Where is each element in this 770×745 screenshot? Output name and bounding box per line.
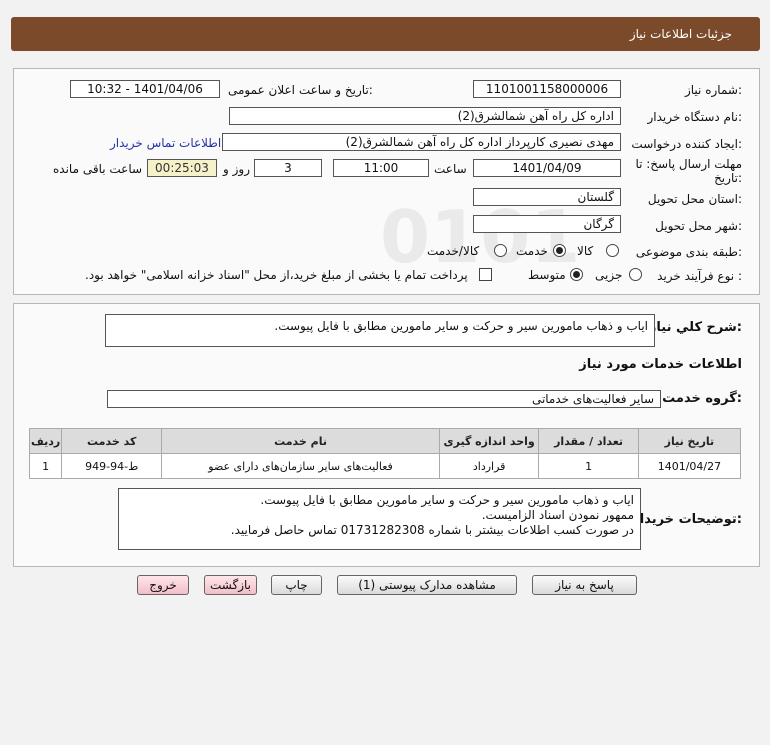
buyer-org-label: نام دستگاه خریدار: [647, 110, 743, 124]
col-quantity: تعداد / مقدار [538, 428, 639, 454]
print-button[interactable]: چاپ [271, 575, 322, 595]
view-documents-button[interactable]: مشاهده مدارک پیوستی (1) [337, 575, 517, 595]
description-label: شرح کلي نیاز: [648, 320, 742, 335]
col-service-code: کد خدمت [61, 428, 163, 454]
need-number-label: شماره نیاز: [684, 83, 742, 97]
col-need-date: تاریخ نیاز [637, 428, 742, 454]
deadline-time-field: 11:00 [333, 159, 429, 177]
table-header-row: ردیف کد خدمت نام خدمت واحد اندازه گیری ت… [28, 428, 742, 454]
process-radio-medium[interactable] [570, 268, 583, 281]
cell-quantity: 1 [538, 453, 639, 479]
category-radio-goods[interactable] [606, 244, 619, 257]
remaining-time-field: 00:25:03 [147, 159, 217, 177]
category-option-service: خدمت [516, 244, 548, 258]
province-field: گلستان [473, 188, 621, 206]
cell-unit: قرارداد [438, 453, 540, 479]
services-title: اطلاعات خدمات مورد نیاز [579, 357, 742, 372]
announce-field: 1401/04/06 - 10:32 [70, 80, 220, 98]
days-field: 3 [254, 159, 322, 177]
remaining-label: ساعت باقی مانده [53, 162, 143, 176]
back-button[interactable]: بازگشت [204, 575, 257, 595]
buyer-note-line: اياب و ذهاب مامورين سير و حركت و ساير ما… [260, 493, 634, 507]
cell-row-number: 1 [28, 453, 63, 479]
treasury-payment-note: پرداخت تمام یا بخشی از مبلغ خرید،از محل … [85, 268, 468, 282]
buyer-note-line: در صورت کسب اطلاعات بیشتر با شماره 01731… [230, 523, 634, 537]
creator-field: مهدی نصیری کارپرداز اداره کل راه آهن شما… [222, 133, 621, 151]
process-option-minor: جزیی [595, 268, 623, 282]
process-option-medium: متوسط [528, 268, 566, 282]
category-radio-goods-service[interactable] [494, 244, 507, 257]
buyer-note-line: ممهور نمودن اسناد الزامیست. [481, 508, 634, 522]
province-label: استان محل تحویل: [647, 192, 742, 206]
cell-service-code: ط-94-949 [61, 453, 163, 479]
page-title: جزئیات اطلاعات نیاز [629, 27, 732, 41]
creator-label: ایجاد کننده درخواست: [631, 137, 742, 151]
treasury-payment-checkbox[interactable] [479, 268, 492, 281]
process-radio-minor[interactable] [629, 268, 642, 281]
cell-service-name: فعالیت‌های سایر سازمان‌های دارای عضو [161, 453, 440, 479]
deadline-label: مهلت ارسال پاسخ: تا [635, 157, 742, 171]
exit-button[interactable]: خروج [137, 575, 189, 595]
service-group-field: سایر فعالیت‌های خدماتی [107, 390, 661, 408]
description-box: اياب و ذهاب مامورين سير و حركت و ساير ما… [105, 314, 655, 347]
deadline-date-field: 1401/04/09 [473, 159, 621, 177]
col-service-name: نام خدمت [161, 428, 440, 454]
service-group-label: گروه خدمت: [662, 391, 742, 406]
category-label: طبقه بندی موضوعی: [635, 245, 742, 259]
col-row-number: ردیف [28, 428, 63, 454]
time-label: ساعت [434, 162, 467, 176]
services-table: ردیف کد خدمت نام خدمت واحد اندازه گیری ت… [28, 428, 742, 479]
col-unit: واحد اندازه گیری [438, 428, 540, 454]
deadline-date-label: تاریخ: [714, 171, 742, 185]
announce-label: تاریخ و ساعت اعلان عمومی: [228, 83, 373, 97]
days-label: روز و [223, 162, 250, 176]
page-header: جزئیات اطلاعات نیاز [11, 17, 760, 51]
need-number-field: 1101001158000006 [473, 80, 621, 98]
cell-need-date: 1401/04/27 [637, 453, 742, 479]
buyer-notes-label: توضیحات خریدار: [632, 512, 742, 527]
reply-button[interactable]: پاسخ به نیاز [532, 575, 637, 595]
city-label: شهر محل تحویل: [655, 219, 742, 233]
category-option-goods-service: کالا/خدمت [427, 244, 480, 258]
buyer-org-field: اداره کل راه آهن شمالشرق(2) [229, 107, 621, 125]
process-label: نوع فرآیند خرید : [657, 269, 742, 283]
buyer-contact-link[interactable]: اطلاعات تماس خریدار [110, 136, 221, 150]
table-row: 1 ط-94-949 فعالیت‌های سایر سازمان‌های دا… [28, 453, 742, 479]
info-panel [13, 68, 760, 295]
buyer-notes-box: اياب و ذهاب مامورين سير و حركت و ساير ما… [118, 488, 641, 550]
city-field: گرگان [473, 215, 621, 233]
category-radio-service[interactable] [553, 244, 566, 257]
category-option-goods: کالا [577, 244, 594, 258]
